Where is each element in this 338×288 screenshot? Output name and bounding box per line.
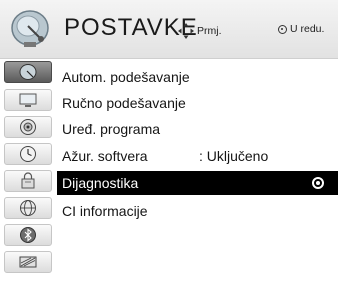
menu-item-label: Ručno podešavanje [62,95,186,111]
move-hint-label: Prmj. [197,25,222,37]
menu-header: POSTAVKE Prmj. U redu. [0,0,338,59]
menu-item-label: CI informacije [62,203,148,219]
bluetooth-icon [20,227,36,243]
settings-menu-list: Autom. podešavanje Ručno podešavanje Ure… [57,59,338,288]
ok-hint: U redu. [278,23,324,35]
category-sidebar [0,59,56,288]
sidebar-item-input[interactable] [4,251,52,273]
move-hint: Prmj. [178,23,222,39]
menu-item-ci-information[interactable]: CI informacije [57,199,338,223]
menu-item-label: Autom. podešavanje [62,69,190,85]
sidebar-item-language[interactable] [4,197,52,219]
clock-icon [20,146,36,162]
navigation-arrows-icon [178,23,194,39]
selected-radio-icon [312,177,324,189]
menu-item-auto-tuning[interactable]: Autom. podešavanje [57,65,338,89]
menu-item-label: Uređ. programa [62,121,161,137]
software-update-status: : Uključeno [199,148,269,164]
lock-icon [21,172,35,189]
input-film-icon [19,256,37,268]
tv-picture-icon [19,93,37,107]
menu-item-label: Dijagnostika [62,175,139,191]
sidebar-item-audio[interactable] [4,116,52,138]
ok-button-icon [278,24,287,34]
menu-item-label: Ažur. softvera [62,148,148,164]
satellite-dish-icon [19,64,37,80]
sidebar-item-lock[interactable] [4,170,52,192]
sidebar-item-bluetooth[interactable] [4,224,52,246]
menu-item-diagnostics[interactable]: Dijagnostika [57,171,338,195]
sidebar-item-picture[interactable] [4,89,52,111]
speaker-audio-icon [20,119,36,135]
menu-item-program-edit[interactable]: Uređ. programa [57,117,338,141]
globe-language-icon [20,200,36,216]
ok-hint-label: U redu. [290,23,325,35]
sidebar-item-channels[interactable] [4,61,52,83]
sidebar-item-time[interactable] [4,143,52,165]
menu-item-software-update[interactable]: Ažur. softvera : Uključeno [57,144,338,168]
settings-window: POSTAVKE Prmj. U redu. Autom. podešavanj… [0,0,338,288]
menu-item-manual-tuning[interactable]: Ručno podešavanje [57,91,338,115]
satellite-dish-icon [11,10,49,47]
